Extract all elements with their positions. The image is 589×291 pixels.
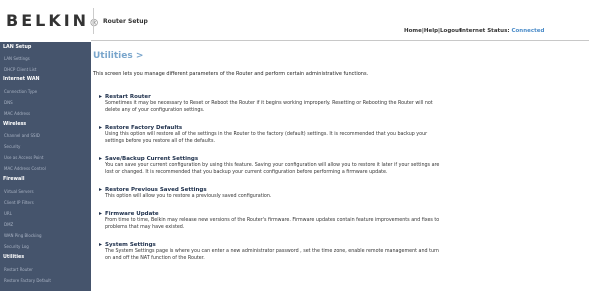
bullet-icon: ▸ [99, 93, 103, 100]
bullet-icon: ▸ [99, 186, 103, 193]
sidebar-item-url[interactable]: URL [4, 211, 12, 216]
sidebar-item-dns[interactable]: DNS [4, 100, 13, 105]
save-backup-settings-link[interactable]: Save/Backup Current Settings [105, 156, 575, 163]
page-title: Utilities > [93, 51, 144, 61]
internet-status: Internet Status: Connected [460, 28, 544, 34]
utility-item-system-settings: ▸ System Settings The System Settings pa… [99, 242, 575, 262]
sidebar-heading-utilities[interactable]: Utilities [3, 255, 24, 261]
bullet-icon: ▸ [99, 124, 103, 131]
item-description-line: lost or changed. It is recommended that … [105, 169, 388, 175]
header-divider [93, 8, 94, 34]
system-settings-link[interactable]: System Settings [105, 242, 575, 249]
restart-router-link[interactable]: Restart Router [105, 94, 575, 101]
restore-factory-defaults-link[interactable]: Restore Factory Defaults [105, 125, 575, 132]
item-description-line: settings before you restore all of the d… [105, 138, 216, 144]
header-rule [91, 40, 589, 41]
sidebar-item-wan-ping-blocking[interactable]: WAN Ping Blocking [4, 233, 42, 238]
header: BELKIN® Router Setup Home|Help|Logout In… [0, 0, 589, 42]
sidebar-item-security[interactable]: Security [4, 144, 20, 149]
utility-item-save-backup: ▸ Save/Backup Current Settings You can s… [99, 156, 575, 176]
sidebar-heading-lan-setup[interactable]: LAN Setup [3, 45, 31, 51]
bullet-icon: ▸ [99, 210, 103, 217]
utility-item-restore-factory-defaults: ▸ Restore Factory Defaults Using this op… [99, 125, 575, 145]
sidebar-heading-firewall[interactable]: Firewall [3, 177, 25, 183]
sidebar-item-dmz[interactable]: DMZ [4, 222, 13, 227]
help-link[interactable]: Help [424, 28, 438, 34]
sidebar: LAN Setup LAN Settings DHCP Client List … [0, 42, 91, 291]
sidebar-item-client-ip-filters[interactable]: Client IP Filters [4, 200, 34, 205]
item-description-line: delete any of your configuration setting… [105, 107, 205, 113]
brand-mark: ® [89, 18, 100, 29]
utility-item-firmware-update: ▸ Firmware Update From time to time, Bel… [99, 211, 575, 231]
sidebar-item-connection-type[interactable]: Connection Type [4, 89, 37, 94]
sidebar-item-lan-settings[interactable]: LAN Settings [4, 56, 30, 61]
page-intro: This screen lets you manage different pa… [93, 71, 369, 77]
sidebar-item-dhcp-client-list[interactable]: DHCP Client List [4, 67, 36, 72]
sidebar-item-access-point[interactable]: Use as Access Point [4, 155, 43, 160]
sidebar-item-virtual-servers[interactable]: Virtual Servers [4, 189, 34, 194]
sidebar-item-restart-router[interactable]: Restart Router [4, 267, 33, 272]
sidebar-heading-internet-wan[interactable]: Internet WAN [3, 77, 40, 83]
home-link[interactable]: Home [404, 28, 422, 34]
bullet-icon: ▸ [99, 241, 103, 248]
main-content: Utilities > This screen lets you manage … [93, 42, 589, 291]
top-links: Home|Help|Logout [404, 28, 462, 34]
brand-name: BELKIN [6, 11, 90, 30]
utility-item-restore-previous: ▸ Restore Previous Saved Settings This o… [99, 187, 575, 201]
status-value: Connected [511, 28, 545, 34]
utility-item-restart-router: ▸ Restart Router Sometimes it may be nec… [99, 94, 575, 114]
sidebar-item-channel-ssid[interactable]: Channel and SSID [4, 133, 40, 138]
item-description-line: on and off the NAT function of the Route… [105, 255, 205, 261]
logout-link[interactable]: Logout [440, 28, 462, 34]
bullet-icon: ▸ [99, 155, 103, 162]
item-description-line: This option will allow you to restore a … [105, 194, 272, 199]
belkin-logo: BELKIN® [6, 11, 99, 30]
sidebar-item-mac-address-control[interactable]: MAC Address Control [4, 166, 46, 171]
app-title: Router Setup [103, 18, 148, 25]
firmware-update-link[interactable]: Firmware Update [105, 211, 575, 218]
sidebar-item-mac-address[interactable]: MAC Address [4, 111, 30, 116]
restore-previous-settings-link[interactable]: Restore Previous Saved Settings [105, 187, 575, 194]
status-label: Internet Status: [460, 28, 510, 34]
sidebar-item-restore-factory-default[interactable]: Restore Factory Default [4, 278, 51, 283]
sidebar-heading-wireless[interactable]: Wireless [3, 122, 26, 128]
item-description-line: problems that may have existed. [105, 224, 185, 230]
sidebar-item-security-log[interactable]: Security Log [4, 244, 29, 249]
